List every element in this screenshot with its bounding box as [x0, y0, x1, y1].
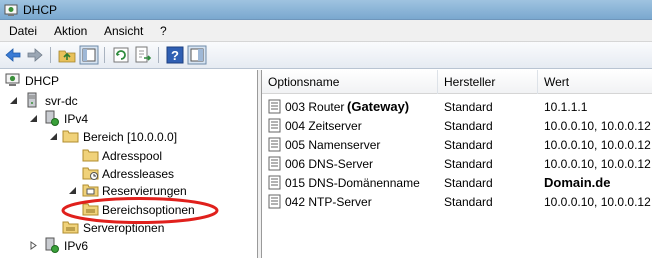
- option-vendor: Standard: [444, 157, 493, 171]
- show-tree-icon[interactable]: [79, 45, 99, 65]
- folder-icon: [62, 130, 79, 143]
- option-name: 015 DNS-Domänenname: [285, 176, 420, 190]
- column-header-option-name[interactable]: Optionsname: [262, 70, 438, 94]
- tree-label: svr-dc: [45, 94, 78, 108]
- tree-label: DHCP: [25, 74, 60, 88]
- option-name: 042 NTP-Server: [285, 195, 372, 209]
- refresh-icon[interactable]: [111, 45, 131, 65]
- option-annotation: (Gateway): [347, 99, 410, 114]
- tree-node-scope[interactable]: Bereich [10.0.0.0]: [0, 128, 250, 146]
- toolbar-separator: [104, 47, 105, 63]
- toolbar: ?: [0, 42, 652, 69]
- table-row[interactable]: 004 Zeitserver Standard 10.0.0.10, 10.0.…: [262, 117, 652, 136]
- option-vendor: Standard: [444, 119, 493, 133]
- table-row[interactable]: 042 NTP-Server Standard 10.0.0.10, 10.0.…: [262, 193, 652, 212]
- annotation-ellipse: [61, 197, 219, 224]
- action-pane-icon[interactable]: [187, 45, 207, 65]
- server-icon: [27, 92, 37, 108]
- back-icon[interactable]: [3, 45, 23, 65]
- options-list: Optionsname Hersteller Wert 003 Router (…: [262, 70, 652, 258]
- collapse-triangle-icon[interactable]: [49, 132, 58, 141]
- dhcp-app-icon: [4, 4, 18, 16]
- option-name: 006 DNS-Server: [285, 157, 374, 171]
- option-value: 10.0.0.10, 10.0.0.12: [544, 195, 651, 209]
- ipv6-icon: [45, 237, 59, 253]
- folder-clock-icon: [82, 167, 99, 180]
- option-icon: [268, 156, 281, 171]
- ipv4-icon: [45, 110, 59, 126]
- dhcp-icon: [5, 73, 20, 86]
- option-name: 003 Router: [285, 100, 345, 114]
- option-vendor: Standard: [444, 138, 493, 152]
- tree-label: Bereich [10.0.0.0]: [83, 130, 178, 144]
- collapse-triangle-icon[interactable]: [29, 114, 38, 123]
- tree-label: Adressleases: [102, 167, 175, 181]
- table-row[interactable]: 005 Namenserver Standard 10.0.0.10, 10.0…: [262, 136, 652, 155]
- list-header: Optionsname Hersteller Wert: [262, 70, 652, 94]
- collapse-triangle-icon[interactable]: [9, 96, 18, 105]
- tree-node-address-leases[interactable]: Adressleases: [0, 165, 250, 183]
- tree-label: Adresspool: [102, 149, 163, 163]
- option-vendor: Standard: [444, 176, 493, 190]
- tree-node-ipv6[interactable]: IPv6: [0, 237, 250, 255]
- folder-icon: [82, 149, 99, 162]
- svg-text:?: ?: [171, 48, 179, 63]
- table-row[interactable]: 003 Router (Gateway) Standard 10.1.1.1: [262, 98, 652, 117]
- tree-node-ipv4[interactable]: IPv4: [0, 110, 250, 128]
- option-icon: [268, 99, 281, 114]
- menu-view[interactable]: Ansicht: [104, 24, 143, 38]
- export-icon[interactable]: [133, 45, 153, 65]
- title-bar: DHCP: [0, 0, 652, 20]
- option-icon: [268, 175, 281, 190]
- option-icon: [268, 137, 281, 152]
- table-row[interactable]: 015 DNS-Domänenname Standard Domain.de: [262, 174, 652, 193]
- tree-label: IPv4: [64, 112, 89, 126]
- option-value: 10.0.0.10, 10.0.0.12: [544, 119, 651, 133]
- option-value: 10.1.1.1: [544, 100, 588, 114]
- table-row[interactable]: 006 DNS-Server Standard 10.0.0.10, 10.0.…: [262, 155, 652, 174]
- expand-triangle-icon[interactable]: [68, 186, 77, 195]
- option-icon: [268, 118, 281, 133]
- tree-node-dhcp[interactable]: DHCP: [0, 72, 250, 90]
- menu-file[interactable]: Datei: [9, 24, 37, 38]
- menu-action[interactable]: Aktion: [54, 24, 87, 38]
- option-vendor: Standard: [444, 100, 493, 114]
- window-title: DHCP: [23, 3, 58, 17]
- up-folder-icon[interactable]: [57, 45, 77, 65]
- menu-help[interactable]: ?: [160, 24, 167, 38]
- option-value: Domain.de: [544, 175, 611, 190]
- toolbar-separator: [50, 47, 51, 63]
- column-header-vendor[interactable]: Hersteller: [438, 70, 538, 94]
- option-value: 10.0.0.10, 10.0.0.12: [544, 138, 651, 152]
- option-icon: [268, 194, 281, 209]
- tree-label: IPv6: [64, 239, 89, 253]
- console-tree: DHCP svr-dc IPv4 Bereich [10.0.0.0] Adre…: [0, 70, 258, 258]
- help-icon[interactable]: ?: [165, 45, 185, 65]
- option-vendor: Standard: [444, 195, 493, 209]
- option-name: 004 Zeitserver: [285, 119, 362, 133]
- option-name: 005 Namenserver: [285, 138, 381, 152]
- expand-triangle-icon[interactable]: [29, 241, 38, 250]
- tree-node-address-pool[interactable]: Adresspool: [0, 147, 250, 165]
- forward-icon[interactable]: [25, 45, 45, 65]
- option-value: 10.0.0.10, 10.0.0.12: [544, 157, 651, 171]
- toolbar-separator: [158, 47, 159, 63]
- tree-node-server[interactable]: svr-dc: [0, 92, 250, 110]
- column-header-value[interactable]: Wert: [538, 70, 652, 94]
- menu-bar: Datei Aktion Ansicht ?: [0, 20, 652, 42]
